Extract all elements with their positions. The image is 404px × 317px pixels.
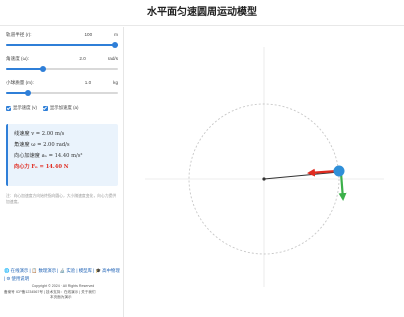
angular-velocity-label: 角速度 (ω): xyxy=(6,56,29,61)
simulation-svg xyxy=(145,47,384,287)
mass-control: 小球质量 (m): 1.0 kg xyxy=(6,79,118,97)
centripetal-force-readout: 向心力 Fₙ = 14.40 N xyxy=(14,164,69,170)
mass-value: 1.0 xyxy=(84,80,92,85)
radius-value: 100 xyxy=(84,32,93,37)
checkbox-checked-icon[interactable] xyxy=(42,105,48,111)
radius-control: 轨道半径 (r): 100 m xyxy=(6,31,118,49)
explanation-note: 注：向心加速度方向始终指向圆心，大小随速度变化，向心力提供加速度。 xyxy=(6,194,117,204)
show-acceleration-checkbox[interactable]: 显示加速度 (a) xyxy=(42,105,79,111)
footer-misc: 本页面为演示 xyxy=(50,295,72,299)
simulation-canvas xyxy=(125,27,404,317)
radius-label: 轨道半径 (r): xyxy=(6,32,32,37)
radius-slider[interactable] xyxy=(6,41,118,49)
mass-slider[interactable] xyxy=(6,89,118,97)
centripetal-acceleration-readout: 向心加速度 aₙ = 14.40 m/s² xyxy=(14,153,83,159)
angular-velocity-slider[interactable] xyxy=(6,65,118,73)
center-point xyxy=(262,177,266,181)
show-velocity-label: 显示速度 (v) xyxy=(13,105,37,110)
show-acceleration-label: 显示加速度 (a) xyxy=(49,105,79,110)
angular-velocity-unit: rad/s xyxy=(107,56,118,61)
linear-velocity-readout: 线速度 v = 2.00 m/s xyxy=(14,131,65,137)
angular-velocity-control: 角速度 (ω): 2.0 rad/s xyxy=(6,55,118,73)
footer-links[interactable]: 🌐 在线演示 | 📋 数理演示 | 🔬 实验 | 模型库 | 🎓 高中物理 | … xyxy=(4,267,122,283)
page-title: 水平面匀速圆周运动模型 xyxy=(0,0,404,26)
display-options: 显示速度 (v) 显示加速度 (a) xyxy=(6,105,122,111)
mass-label: 小球质量 (m): xyxy=(6,80,34,85)
angular-velocity-slider-thumb[interactable] xyxy=(39,66,46,72)
checkbox-checked-icon[interactable] xyxy=(6,105,11,111)
radius-unit: m xyxy=(114,32,118,37)
radius-line xyxy=(263,171,340,180)
results-panel: 线速度 v = 2.00 m/s 角速度 ω = 2.00 rad/s 向心加速… xyxy=(6,124,118,186)
mass-slider-thumb[interactable] xyxy=(25,90,32,96)
velocity-arrow xyxy=(338,172,347,201)
angular-velocity-readout: 角速度 ω = 2.00 rad/s xyxy=(14,142,70,148)
footer: 🌐 在线演示 | 📋 数理演示 | 🔬 实验 | 模型库 | 🎓 高中物理 | … xyxy=(4,267,122,300)
angular-velocity-value: 2.0 xyxy=(79,56,86,61)
radius-slider-thumb[interactable] xyxy=(112,42,118,48)
ball[interactable] xyxy=(333,165,345,177)
show-velocity-checkbox[interactable]: 显示速度 (v) xyxy=(6,105,37,111)
mass-unit: kg xyxy=(113,80,118,85)
